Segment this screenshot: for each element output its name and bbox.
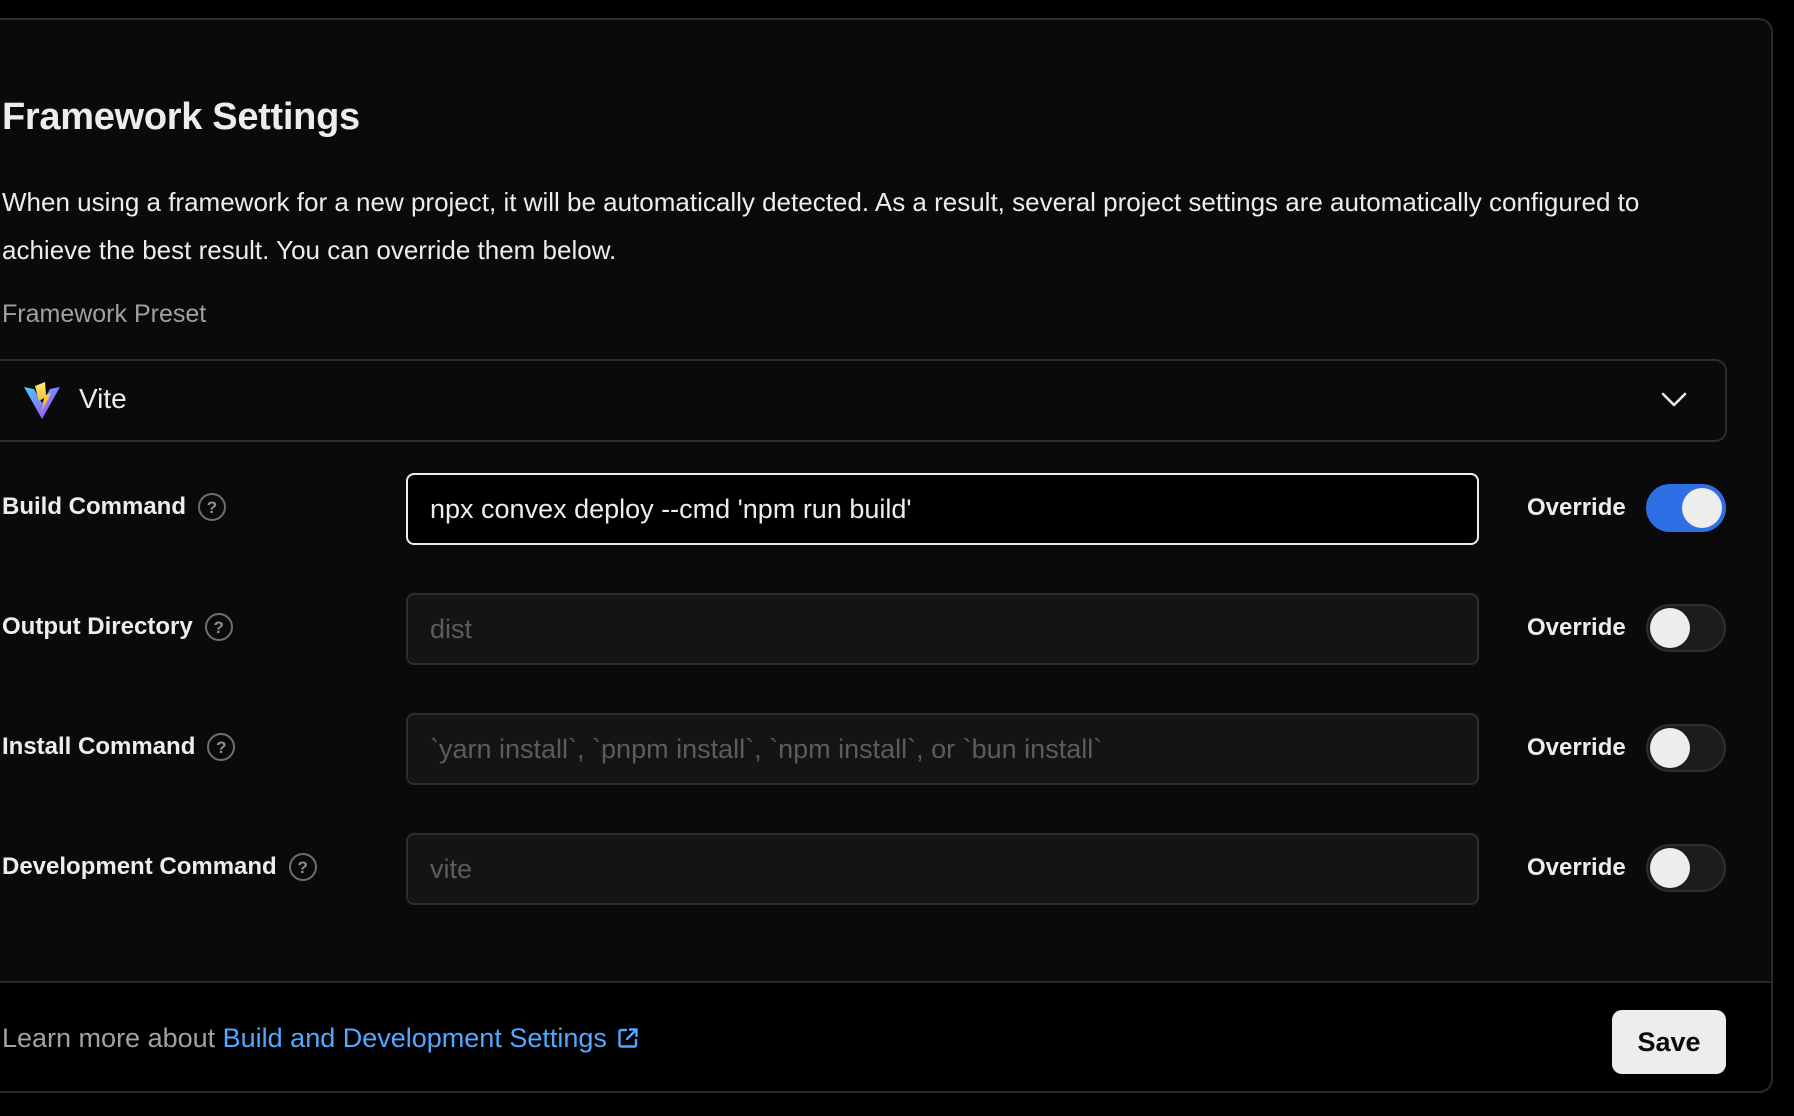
output-directory-label-text: Output Directory	[2, 613, 193, 640]
framework-preset-value: Vite	[79, 383, 127, 414]
build-command-label-text: Build Command	[2, 493, 186, 520]
framework-preset-select[interactable]: Vite	[0, 359, 1727, 442]
output-directory-override-label: Override	[1527, 614, 1626, 641]
framework-preset-label: Framework Preset	[2, 300, 207, 328]
development-command-label: Development Command ?	[2, 853, 317, 881]
external-link-icon	[618, 1028, 638, 1048]
development-command-label-text: Development Command	[2, 853, 277, 880]
install-command-label: Install Command ?	[2, 733, 236, 761]
learn-more-prefix: Learn more about	[2, 1023, 223, 1053]
toggle-knob	[1650, 608, 1690, 648]
development-command-input[interactable]	[406, 833, 1479, 905]
output-directory-label: Output Directory ?	[2, 613, 233, 641]
vite-logo-icon	[24, 382, 60, 419]
development-command-row: Development Command ? Override	[0, 833, 1771, 905]
output-directory-input[interactable]	[406, 593, 1479, 665]
section-description: When using a framework for a new project…	[2, 187, 1640, 265]
help-icon[interactable]: ?	[198, 493, 226, 521]
output-directory-row: Output Directory ? Override	[0, 593, 1771, 665]
development-command-override-toggle[interactable]	[1646, 844, 1726, 892]
help-icon[interactable]: ?	[207, 733, 236, 761]
install-command-override-toggle[interactable]	[1646, 724, 1726, 772]
help-icon[interactable]: ?	[288, 853, 317, 881]
learn-more-text: Learn more about Build and Development S…	[2, 1023, 639, 1054]
build-command-override-toggle[interactable]	[1646, 484, 1726, 532]
section-title: Framework Settings	[2, 96, 360, 138]
install-command-row: Install Command ? Override	[0, 713, 1771, 785]
chevron-down-icon	[1661, 392, 1687, 407]
output-directory-override-toggle[interactable]	[1646, 604, 1726, 652]
install-command-label-text: Install Command	[2, 733, 196, 760]
framework-settings-card: Framework Settings When using a framewor…	[0, 18, 1773, 1093]
build-command-input[interactable]	[406, 473, 1479, 545]
install-command-override-label: Override	[1527, 734, 1626, 761]
install-command-input[interactable]	[406, 713, 1479, 785]
card-footer: Learn more about Build and Development S…	[0, 981, 1771, 1091]
help-icon[interactable]: ?	[204, 613, 233, 641]
save-button[interactable]: Save	[1612, 1010, 1726, 1074]
build-command-override-label: Override	[1527, 494, 1626, 521]
build-command-label: Build Command ?	[2, 493, 226, 521]
build-settings-docs-link[interactable]: Build and Development Settings	[223, 1023, 639, 1053]
toggle-knob	[1682, 488, 1722, 528]
build-command-row: Build Command ? Override	[0, 473, 1771, 545]
development-command-override-label: Override	[1527, 854, 1626, 881]
build-settings-docs-link-text: Build and Development Settings	[222, 1023, 607, 1053]
toggle-knob	[1650, 728, 1690, 768]
toggle-knob	[1650, 848, 1690, 888]
